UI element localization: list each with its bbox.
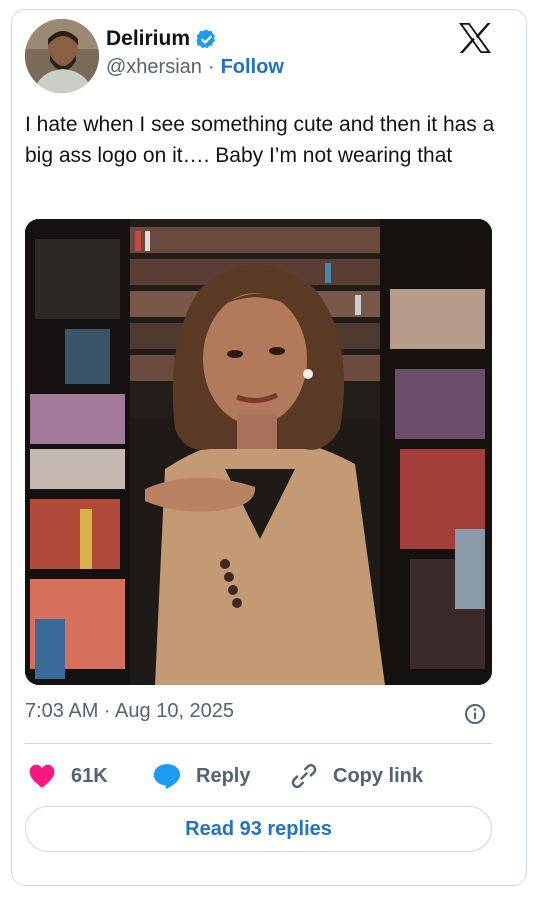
speech-bubble-icon (153, 764, 181, 790)
author-handle-row: @xhersian · Follow (106, 56, 284, 79)
reply-button[interactable]: Reply (152, 758, 250, 794)
reply-label: Reply (196, 764, 251, 787)
separator-dot: · (207, 56, 215, 78)
follow-link[interactable]: Follow (221, 56, 284, 79)
author-name-row: Delirium (106, 25, 218, 53)
tweet-text: I hate when I see something cute and the… (25, 113, 495, 167)
tweet-actions-bar: 61K Reply Copy link (25, 758, 495, 794)
author-avatar[interactable] (25, 19, 99, 93)
tweet-media-image[interactable] (25, 219, 492, 685)
tweet-timestamp[interactable]: 7:03 AM · Aug 10, 2025 (25, 700, 234, 723)
author-display-name[interactable]: Delirium (106, 27, 190, 51)
heart-icon (29, 764, 55, 788)
read-replies-button[interactable]: Read 93 replies (25, 806, 492, 852)
like-button[interactable]: 61K (27, 758, 108, 794)
verified-badge-icon (196, 28, 216, 48)
x-logo-icon[interactable] (458, 22, 492, 54)
read-replies-label: Read 93 replies (185, 817, 332, 840)
like-count: 61K (71, 764, 108, 787)
divider (25, 743, 492, 744)
info-icon[interactable] (464, 703, 486, 725)
copy-link-button[interactable]: Copy link (289, 758, 423, 794)
link-icon (291, 763, 317, 789)
author-handle[interactable]: @xhersian (106, 56, 202, 79)
copy-link-label: Copy link (333, 764, 424, 787)
